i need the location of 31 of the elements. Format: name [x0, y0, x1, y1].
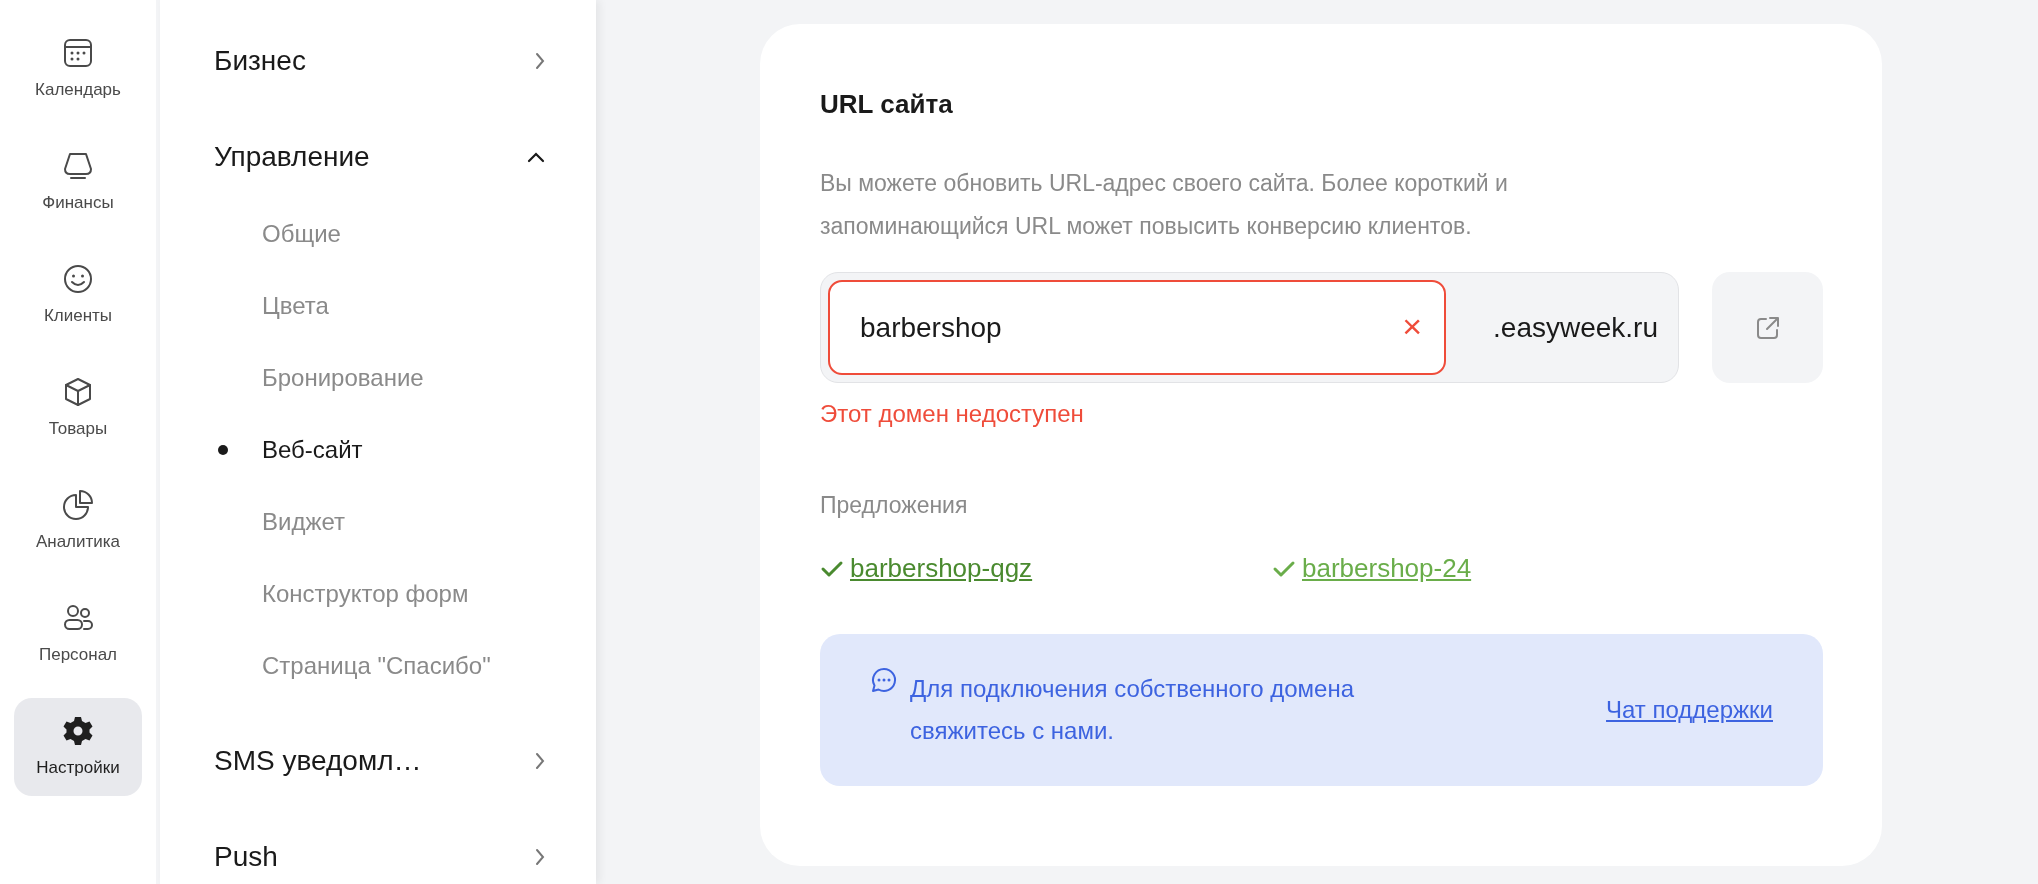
open-external-button[interactable]	[1712, 272, 1823, 383]
chat-icon	[870, 666, 898, 694]
nav-item[interactable]: Календарь	[14, 20, 142, 118]
nav-item[interactable]: Аналитика	[14, 472, 142, 570]
suggestions-label: Предложения	[820, 491, 969, 520]
chevron-up-icon	[526, 151, 546, 163]
chevron-right-icon	[534, 51, 546, 71]
info-text: Для подключения собственного домена свяжитесь с нами.	[910, 674, 1355, 746]
support-chat-link[interactable]: Чат поддержки	[1606, 692, 1773, 728]
nav-item[interactable]: Настройки	[14, 698, 142, 796]
sidebar-group[interactable]: SMS уведомл…	[214, 713, 546, 809]
smiley-icon	[61, 262, 95, 296]
error-text: Этот домен недоступен	[820, 399, 1085, 429]
domain-suffix: .easyweek.ru	[1493, 310, 1658, 345]
settings-icon	[61, 714, 95, 748]
chevron-right-icon	[534, 751, 546, 771]
sidebar-item[interactable]: Веб-сайт	[262, 432, 363, 468]
sidebar-group[interactable]: Push	[214, 809, 546, 884]
chevron-right-icon	[534, 847, 546, 867]
sidebar-group[interactable]: Управление	[214, 109, 546, 205]
description-text: Вы можете обновить URL-адрес своего сайта. Более короткий и запоминающийся URL может повысить конверсию клиентов.	[820, 169, 1509, 241]
clear-button[interactable]: ×	[1402, 304, 1422, 348]
suggestion-link[interactable]: barbershop-qgz	[850, 549, 1033, 588]
section-title: URL сайта	[820, 88, 954, 121]
nav-item[interactable]: Финансы	[14, 133, 142, 231]
pie-chart-icon	[61, 488, 95, 522]
nav-item[interactable]: Персонал	[14, 585, 142, 683]
nav-item[interactable]: Товары	[14, 359, 142, 457]
calendar-icon	[61, 36, 95, 70]
sidebar-group[interactable]: Бизнес	[214, 13, 546, 109]
nav-item[interactable]: Клиенты	[14, 246, 142, 344]
